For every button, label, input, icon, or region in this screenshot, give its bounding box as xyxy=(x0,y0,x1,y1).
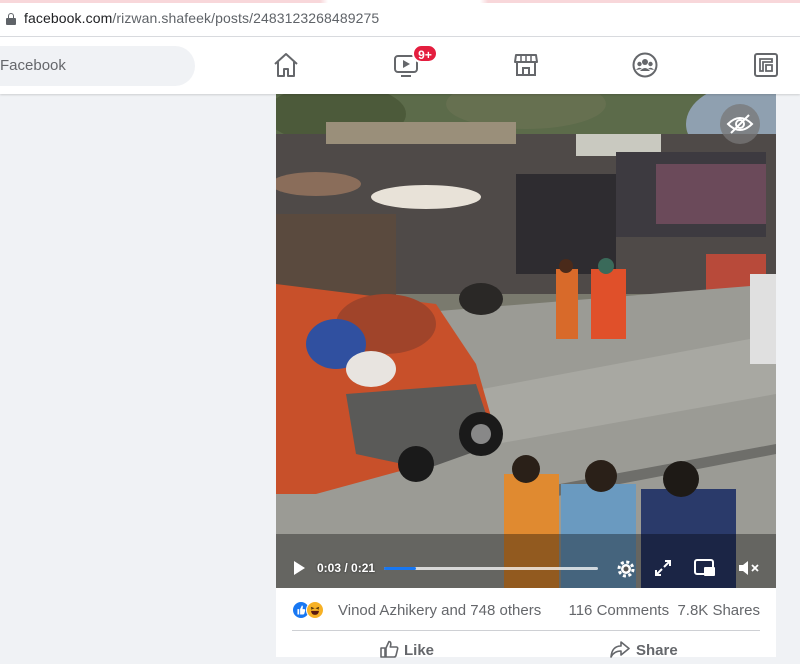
settings-gear-icon[interactable] xyxy=(615,558,637,580)
hide-video-button[interactable] xyxy=(720,104,760,144)
share-arrow-icon xyxy=(610,641,630,658)
like-button[interactable]: Like xyxy=(380,640,434,659)
search-input[interactable]: Facebook xyxy=(0,46,195,86)
url-path: /rizwan.shafeek/posts/2483123268489275 xyxy=(112,10,380,26)
divider xyxy=(292,630,760,631)
share-label: Share xyxy=(636,642,678,659)
groups-icon[interactable] xyxy=(631,51,659,79)
url-text[interactable]: facebook.com/rizwan.shafeek/posts/248312… xyxy=(24,10,379,26)
post-card: 0:03 / 0:21 Vinod Azhikery and 748 other… xyxy=(276,94,776,659)
marketplace-icon[interactable] xyxy=(512,51,540,79)
video-player[interactable]: 0:03 / 0:21 xyxy=(276,94,776,588)
watch-notification-badge: 9+ xyxy=(412,44,438,63)
browser-address-bar[interactable]: facebook.com/rizwan.shafeek/posts/248312… xyxy=(0,0,800,37)
volume-muted-icon[interactable] xyxy=(737,558,761,578)
share-button[interactable]: Share xyxy=(610,640,678,659)
video-frame xyxy=(276,94,776,588)
like-thumb-icon xyxy=(380,640,399,658)
shares-count[interactable]: 7.8K Shares xyxy=(677,602,760,619)
home-icon[interactable] xyxy=(272,51,300,79)
picture-in-picture-icon[interactable] xyxy=(694,558,716,578)
video-progress-bar[interactable] xyxy=(384,567,598,570)
duration: 0:21 xyxy=(351,561,376,575)
video-controls: 0:03 / 0:21 xyxy=(276,549,776,588)
eye-off-icon xyxy=(726,114,754,134)
current-time: 0:03 xyxy=(317,561,342,575)
fullscreen-icon[interactable] xyxy=(653,558,673,578)
engagement-stats: 116 Comments 7.8K Shares xyxy=(568,602,760,619)
lock-icon[interactable] xyxy=(6,13,16,25)
reactions-summary[interactable]: Vinod Azhikery and 748 others xyxy=(338,602,541,619)
reactions-bar: Vinod Azhikery and 748 others 116 Commen… xyxy=(292,598,760,624)
haha-reaction-icon xyxy=(306,601,324,619)
video-time: 0:03 / 0:21 xyxy=(317,561,376,575)
gaming-icon[interactable] xyxy=(752,51,780,79)
video-progress-fill xyxy=(384,567,417,570)
like-label: Like xyxy=(404,642,435,659)
url-domain: facebook.com xyxy=(24,10,113,26)
search-text: Facebook xyxy=(0,57,66,74)
comments-count[interactable]: 116 Comments xyxy=(568,602,669,619)
post-actions: Like Share xyxy=(276,634,776,664)
tab-strip-edge xyxy=(0,0,800,3)
facebook-header: Facebook 9+ xyxy=(0,37,800,94)
play-icon[interactable] xyxy=(292,560,306,576)
